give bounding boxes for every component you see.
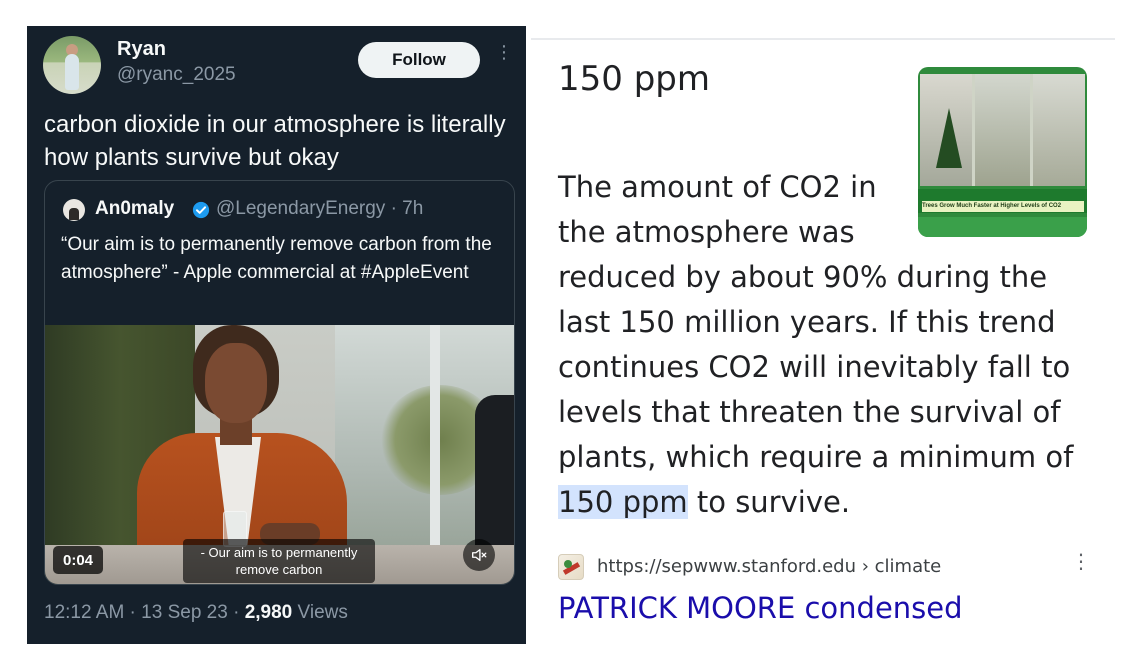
verified-badge-icon [192, 201, 210, 219]
user-handle[interactable]: @ryanc_2025 [117, 64, 236, 86]
tweet-footer: 12:12 AM · 13 Sep 23 · 2,980 Views [44, 602, 348, 624]
search-snippet: 150 ppm Trees Grow Much Faster at Higher… [531, 26, 1115, 644]
tree-icon [936, 108, 962, 168]
quoted-tweet[interactable]: An0maly @LegendaryEnergy · 7h “Our aim i… [44, 180, 515, 585]
float-spacer [903, 165, 1088, 255]
result-title-link[interactable]: PATRICK MOORE condensed [558, 591, 963, 625]
avatar-figure [65, 54, 79, 90]
video-player[interactable]: 0:04 - Our aim is to permanently remove … [45, 325, 514, 584]
views-label: Views [292, 602, 348, 623]
video-caption: - Our aim is to permanently remove carbo… [183, 539, 375, 583]
tweet-timestamp[interactable]: 12:12 AM · 13 Sep 23 · [44, 602, 245, 623]
tweet-text: carbon dioxide in our atmosphere is lite… [44, 111, 506, 171]
user-avatar[interactable] [43, 36, 101, 94]
snippet-highlight: 150 ppm [558, 485, 688, 519]
more-options-icon[interactable]: ⋮ [1071, 552, 1091, 584]
divider [531, 38, 1115, 40]
video-timestamp: 0:04 [53, 546, 103, 574]
quoted-handle-time: @LegendaryEnergy · 7h [216, 198, 424, 219]
quoted-tweet-text: “Our aim is to permanently remove carbon… [61, 234, 492, 283]
more-options-icon[interactable]: ⋮ [495, 43, 513, 72]
user-name[interactable]: Ryan [117, 38, 166, 61]
snippet-text: The amount of CO2 in the atmosphere was … [558, 165, 1088, 525]
quoted-user-avatar[interactable] [63, 199, 85, 221]
speaker-muted-icon [472, 548, 487, 562]
source-url[interactable]: https://sepwww.stanford.edu › climate [597, 556, 941, 577]
snippet-text-end: to survive. [687, 485, 851, 519]
tweet-card: Ryan @ryanc_2025 Follow ⋮ carbon dioxide… [27, 26, 526, 644]
mute-button[interactable] [463, 539, 495, 571]
views-count: 2,980 [244, 602, 293, 623]
quoted-user-name[interactable]: An0maly [95, 198, 174, 220]
follow-button[interactable]: Follow [358, 42, 480, 78]
site-favicon-icon[interactable] [558, 554, 584, 580]
snippet-answer: 150 ppm [558, 59, 710, 99]
video-person-face [205, 343, 267, 423]
